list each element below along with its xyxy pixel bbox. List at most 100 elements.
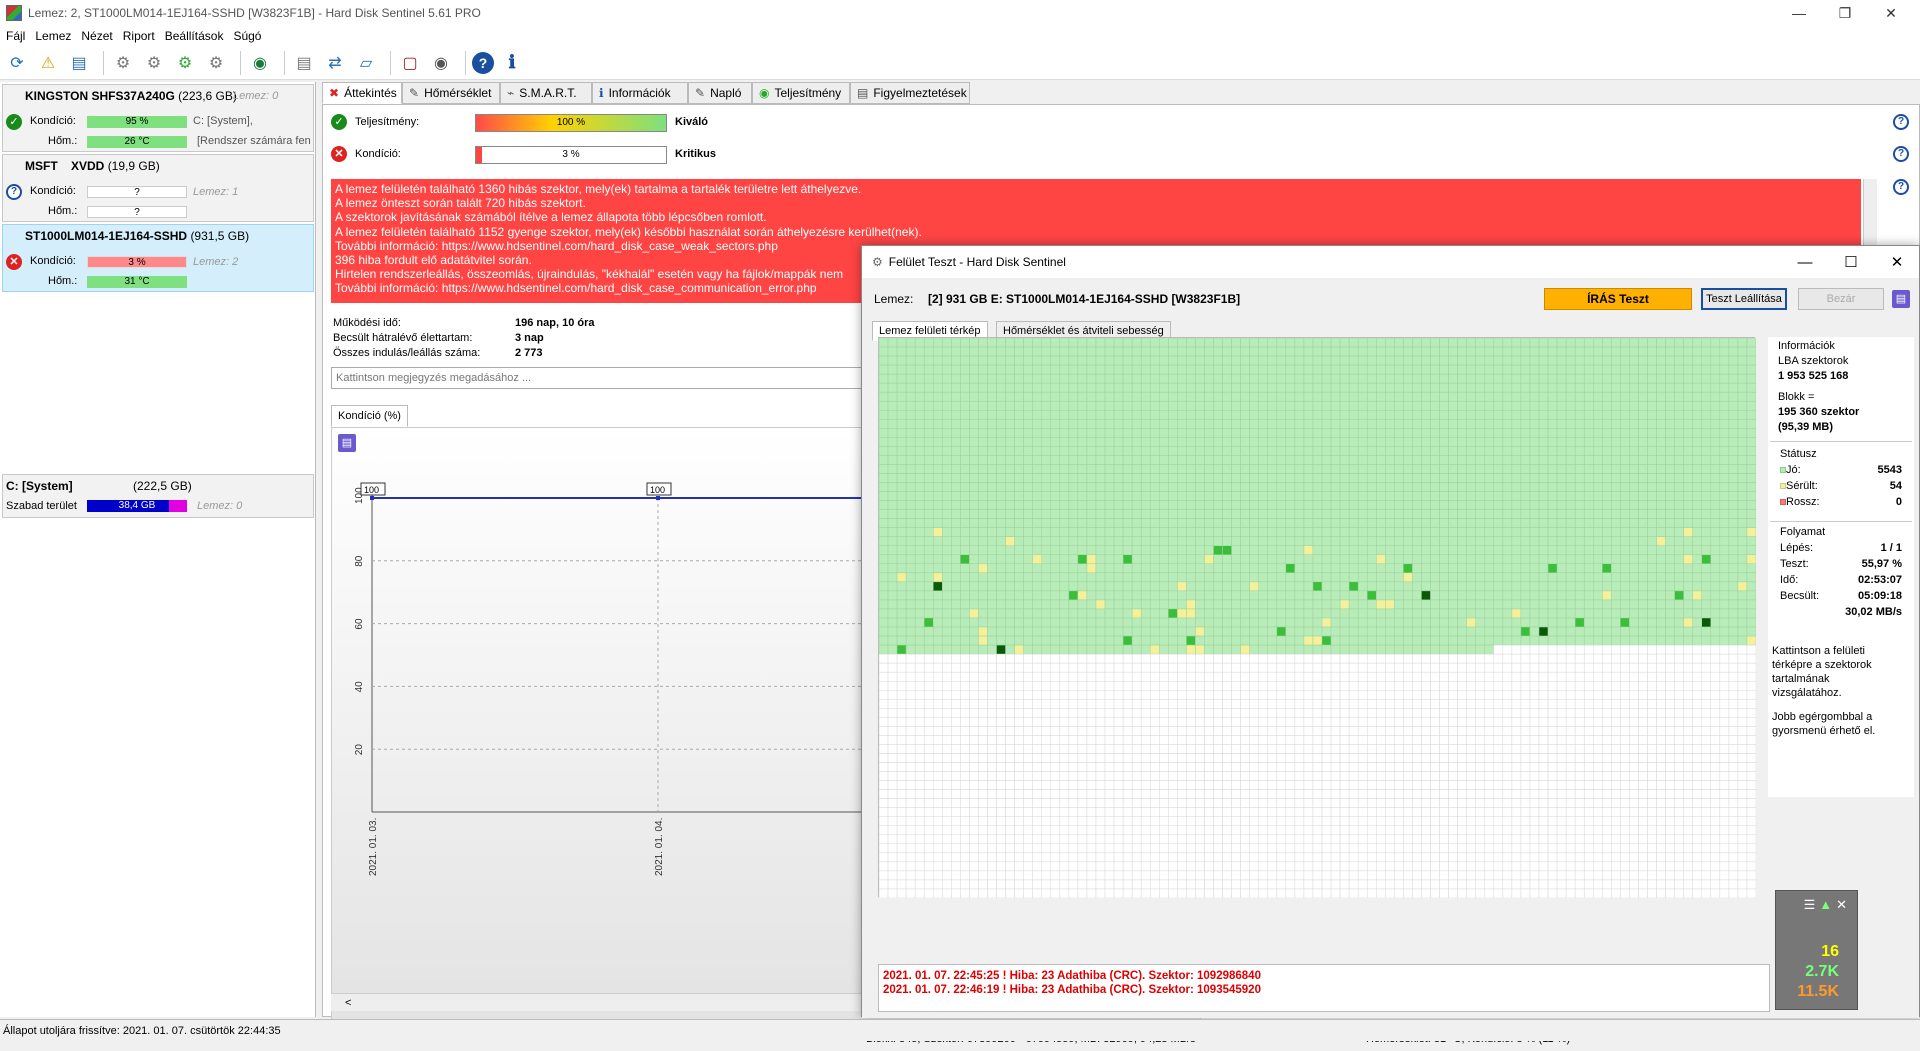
surface-block[interactable] [987, 735, 996, 744]
surface-block[interactable] [1693, 708, 1702, 717]
surface-block[interactable] [1548, 564, 1557, 573]
surface-block[interactable] [1530, 419, 1539, 428]
surface-block[interactable] [1611, 365, 1620, 374]
surface-block[interactable] [1295, 501, 1304, 510]
surface-block[interactable] [1051, 681, 1060, 690]
surface-block[interactable] [1150, 374, 1159, 383]
surface-block[interactable] [1675, 455, 1684, 464]
surface-block[interactable] [1250, 763, 1259, 772]
surface-block[interactable] [1358, 763, 1367, 772]
surface-block[interactable] [1648, 781, 1657, 790]
surface-block[interactable] [897, 627, 906, 636]
surface-block[interactable] [1394, 672, 1403, 681]
surface-block[interactable] [969, 699, 978, 708]
surface-block[interactable] [1729, 564, 1738, 573]
surface-block[interactable] [1657, 428, 1666, 437]
surface-block[interactable] [1340, 591, 1349, 600]
surface-block[interactable] [1575, 735, 1584, 744]
surface-block[interactable] [1223, 401, 1232, 410]
surface-block[interactable] [951, 528, 960, 537]
surface-block[interactable] [1304, 401, 1313, 410]
surface-block[interactable] [1168, 663, 1177, 672]
surface-block[interactable] [1467, 546, 1476, 555]
surface-block[interactable] [1367, 537, 1376, 546]
surface-block[interactable] [1376, 483, 1385, 492]
surface-block[interactable] [978, 645, 987, 654]
surface-block[interactable] [1620, 537, 1629, 546]
surface-block[interactable] [1620, 600, 1629, 609]
surface-block[interactable] [879, 618, 888, 627]
surface-block[interactable] [1042, 374, 1051, 383]
surface-block[interactable] [1060, 681, 1069, 690]
surface-block[interactable] [1232, 781, 1241, 790]
surface-block[interactable] [1385, 383, 1394, 392]
surface-block[interactable] [1042, 672, 1051, 681]
surface-block[interactable] [1259, 510, 1268, 519]
surface-block[interactable] [1729, 455, 1738, 464]
surface-block[interactable] [1638, 573, 1647, 582]
surface-block[interactable] [1051, 663, 1060, 672]
surface-block[interactable] [1684, 636, 1693, 645]
surface-block[interactable] [1675, 591, 1684, 600]
surface-block[interactable] [1684, 410, 1693, 419]
surface-block[interactable] [1403, 501, 1412, 510]
surface-block[interactable] [1159, 618, 1168, 627]
surface-block[interactable] [1584, 428, 1593, 437]
surface-block[interactable] [1449, 446, 1458, 455]
surface-block[interactable] [933, 591, 942, 600]
surface-block[interactable] [1512, 492, 1521, 501]
surface-block[interactable] [1042, 735, 1051, 744]
surface-block[interactable] [1060, 636, 1069, 645]
surface-block[interactable] [915, 744, 924, 753]
surface-block[interactable] [1295, 374, 1304, 383]
surface-block[interactable] [1331, 537, 1340, 546]
surface-block[interactable] [1195, 392, 1204, 401]
surface-block[interactable] [1186, 627, 1195, 636]
surface-block[interactable] [1403, 708, 1412, 717]
surface-block[interactable] [1557, 419, 1566, 428]
surface-block[interactable] [1657, 753, 1666, 762]
surface-block[interactable] [1512, 528, 1521, 537]
surface-block[interactable] [1241, 582, 1250, 591]
surface-block[interactable] [942, 428, 951, 437]
surface-block[interactable] [1666, 437, 1675, 446]
surface-block[interactable] [1620, 753, 1629, 762]
surface-block[interactable] [1747, 564, 1756, 573]
surface-block[interactable] [1738, 763, 1747, 772]
surface-block[interactable] [1394, 690, 1403, 699]
surface-block[interactable] [1105, 573, 1114, 582]
surface-block[interactable] [1376, 609, 1385, 618]
surface-block[interactable] [1449, 492, 1458, 501]
surface-block[interactable] [1168, 690, 1177, 699]
surface-block[interactable] [997, 726, 1006, 735]
surface-block[interactable] [1485, 455, 1494, 464]
surface-block[interactable] [1096, 699, 1105, 708]
surface-block[interactable] [1593, 717, 1602, 726]
surface-block[interactable] [1204, 763, 1213, 772]
surface-block[interactable] [1024, 356, 1033, 365]
surface-block[interactable] [1485, 699, 1494, 708]
surface-block[interactable] [1431, 492, 1440, 501]
surface-block[interactable] [1195, 772, 1204, 781]
surface-block[interactable] [1684, 609, 1693, 618]
surface-block[interactable] [1557, 618, 1566, 627]
surface-block[interactable] [969, 672, 978, 681]
surface-block[interactable] [1440, 663, 1449, 672]
surface-block[interactable] [906, 609, 915, 618]
surface-block[interactable] [888, 428, 897, 437]
surface-block[interactable] [1204, 690, 1213, 699]
surface-block[interactable] [1214, 690, 1223, 699]
surface-block[interactable] [1051, 708, 1060, 717]
surface-block[interactable] [1584, 564, 1593, 573]
surface-block[interactable] [1304, 600, 1313, 609]
surface-block[interactable] [1087, 365, 1096, 374]
surface-block[interactable] [1611, 501, 1620, 510]
surface-block[interactable] [1042, 564, 1051, 573]
surface-block[interactable] [1313, 419, 1322, 428]
surface-block[interactable] [924, 753, 933, 762]
surface-block[interactable] [1467, 383, 1476, 392]
surface-block[interactable] [1720, 492, 1729, 501]
surface-block[interactable] [1385, 428, 1394, 437]
surface-block[interactable] [1385, 464, 1394, 473]
surface-block[interactable] [1494, 365, 1503, 374]
